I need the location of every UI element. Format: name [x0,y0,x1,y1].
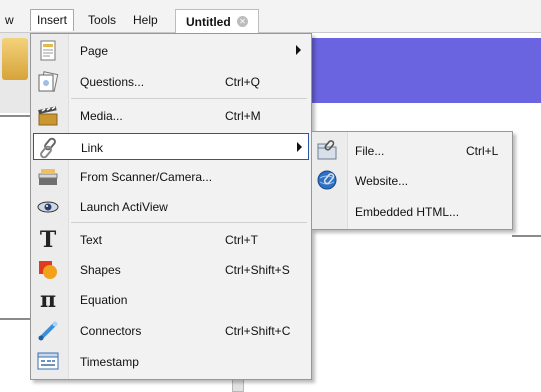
submenu-item-label: File... [355,144,385,158]
submenu-arrow-icon [297,142,302,152]
menu-item-media[interactable]: Media... Ctrl+M [33,102,309,129]
menu-item-label: Equation [80,293,128,307]
equation-icon: π [39,287,57,313]
notes-icon [2,38,28,80]
menu-item-label: Questions... [80,75,145,89]
menu-item-text[interactable]: T Text Ctrl+T [33,226,309,253]
menu-item-shortcut: Ctrl+Shift+C [225,324,291,338]
menu-item-shortcut: Ctrl+Shift+S [225,263,290,277]
media-icon [37,105,59,127]
menu-item-label: Page [80,44,109,58]
questions-icon [37,71,59,93]
menu-item-label: From Scanner/Camera... [80,170,213,184]
text-icon: T [39,227,57,253]
divider [512,235,541,237]
menu-separator [71,98,307,99]
menu-item-label: Timestamp [80,355,139,369]
document-tab[interactable]: Untitled ✕ [175,9,259,33]
menu-item-launch-actiview[interactable]: Launch ActiView [33,193,309,220]
menu-item-page[interactable]: Page [33,37,309,64]
menu-item-label: Media... [80,109,123,123]
menu-item-connectors[interactable]: Connectors Ctrl+Shift+C [33,317,309,344]
divider [0,318,30,320]
insert-menu: Page Questions... Ctrl+Q Media... Ctrl+M… [30,33,312,380]
menu-separator [71,222,307,223]
menu-item-label: Text [80,233,103,247]
timestamp-icon [37,351,59,373]
menu-item-shortcut: Ctrl+M [225,109,261,123]
submenu-item-label: Embedded HTML... [355,205,460,219]
menu-item-questions[interactable]: Questions... Ctrl+Q [33,68,309,95]
submenu-arrow-icon [296,45,301,55]
submenu-item-website[interactable]: Website... [314,165,510,195]
menu-item-shortcut: Ctrl+Q [225,75,261,89]
menu-view[interactable]: w [0,9,20,31]
link-icon [38,137,60,159]
menu-item-label: Shapes [80,263,121,277]
close-tab-icon[interactable]: ✕ [237,16,248,27]
actiview-icon [37,196,59,218]
divider [0,115,30,117]
file-link-icon [316,139,340,161]
link-submenu: File... Ctrl+L Website... Embedded HTML.… [311,131,513,230]
menu-item-label: Connectors [80,324,142,338]
menu-tools[interactable]: Tools [82,9,122,31]
submenu-item-embedded-html[interactable]: Embedded HTML... [314,196,510,226]
connectors-icon [37,320,59,342]
scanner-icon [37,166,59,188]
page-icon [37,40,59,62]
canvas-header [300,38,541,103]
menu-item-equation[interactable]: π Equation [33,286,309,313]
submenu-item-label: Website... [355,174,409,188]
document-tab-title: Untitled [186,15,231,29]
submenu-item-shortcut: Ctrl+L [466,144,499,158]
shapes-icon [37,259,59,281]
website-icon [316,169,340,191]
menu-item-label: Launch ActiView [80,200,168,214]
menu-item-shapes[interactable]: Shapes Ctrl+Shift+S [33,256,309,283]
menu-item-link[interactable]: Link [33,133,309,160]
menu-item-label: Link [81,141,104,155]
menu-help[interactable]: Help [127,9,164,31]
menu-insert[interactable]: Insert [30,9,75,31]
menu-item-timestamp[interactable]: Timestamp [33,348,309,375]
menubar: w Insert Tools Help Untitled ✕ [0,0,541,33]
submenu-item-file[interactable]: File... Ctrl+L [314,135,510,165]
menu-item-from-scanner[interactable]: From Scanner/Camera... [33,163,309,190]
menu-item-shortcut: Ctrl+T [225,233,258,247]
